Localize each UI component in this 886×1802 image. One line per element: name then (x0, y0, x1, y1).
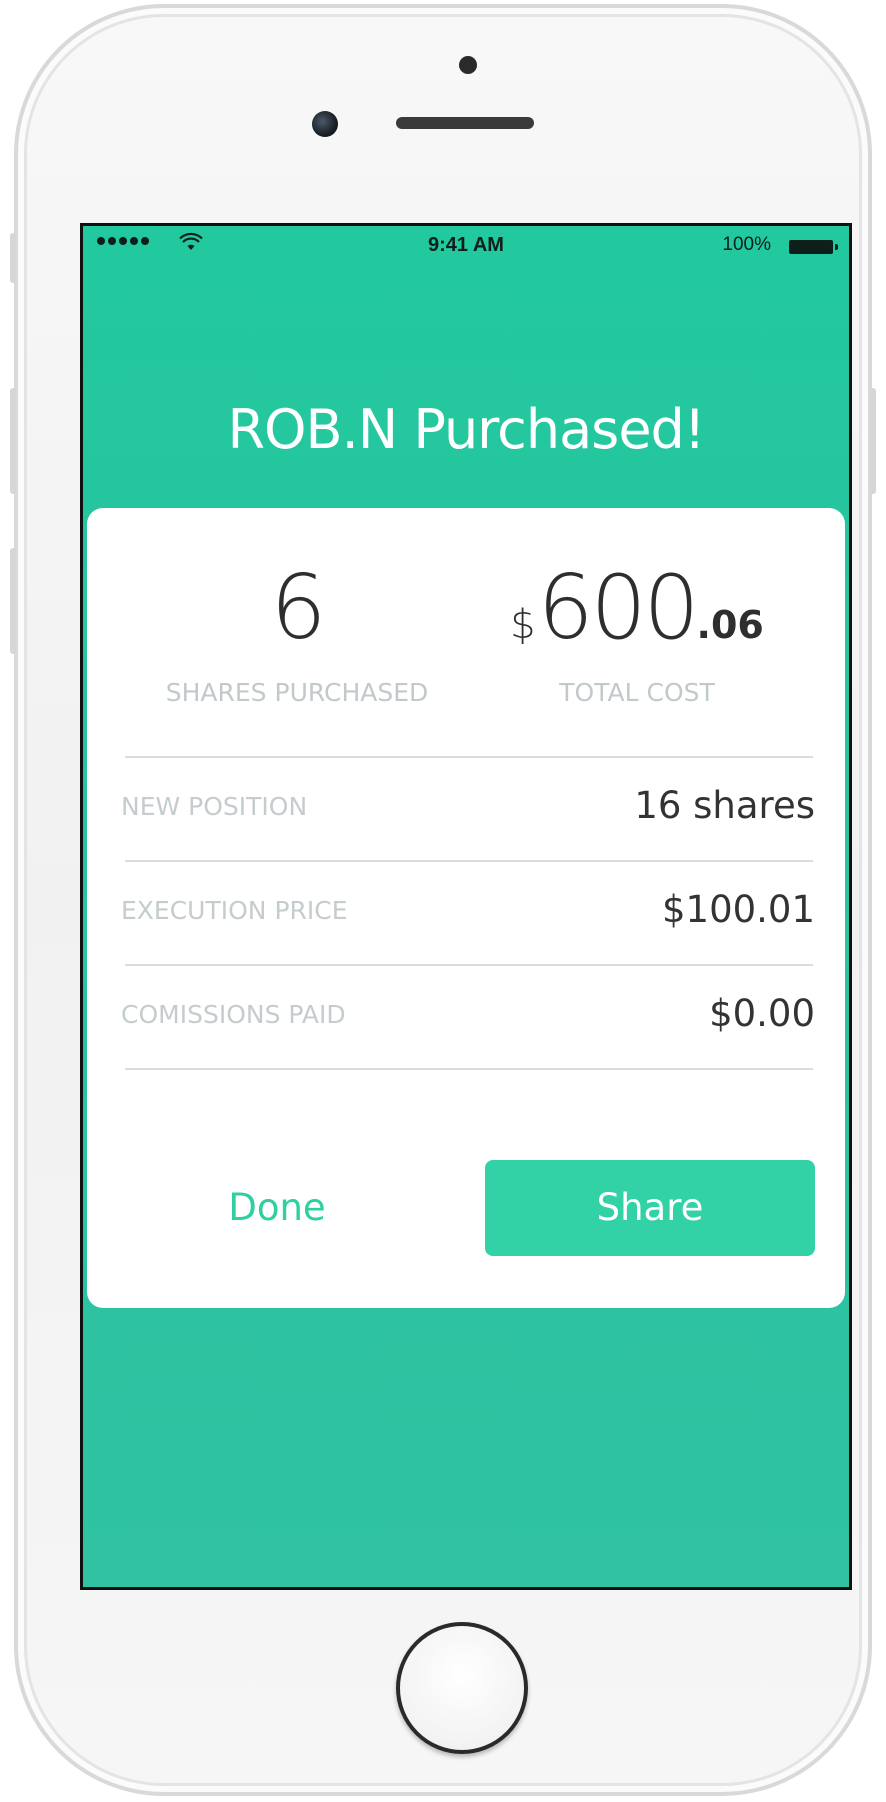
battery-percentage: 100% (722, 234, 771, 255)
detail-value: $0.00 (709, 992, 815, 1035)
total-cost-value: $600.06 (467, 558, 807, 658)
phone-frame: 9:41 AM 100% ROB.N Purchased! 6 SHARES P… (10, 4, 876, 1796)
volume-down-button (10, 548, 16, 654)
shares-purchased-label: SHARES PURCHASED (165, 678, 429, 707)
detail-label: EXECUTION PRICE (121, 896, 348, 925)
detail-row-execution-price: EXECUTION PRICE $100.01 (121, 862, 815, 964)
earpiece-speaker (396, 117, 534, 129)
total-cost-label: TOTAL COST (559, 678, 715, 707)
total-cost-whole: 600 (537, 556, 700, 659)
home-button[interactable] (396, 1622, 528, 1754)
detail-row-new-position: NEW POSITION 16 shares (121, 758, 815, 860)
detail-value: $100.01 (661, 888, 815, 931)
detail-label: COMISSIONS PAID (121, 1000, 346, 1029)
divider (125, 1068, 813, 1070)
mute-switch (10, 233, 16, 283)
purchase-headline: ROB.N Purchased! (227, 398, 706, 461)
done-button[interactable]: Done (167, 1160, 387, 1256)
detail-value: 16 shares (634, 784, 815, 827)
shares-purchased-stat: 6 SHARES PURCHASED (127, 556, 467, 708)
purchase-summary-card: 6 SHARES PURCHASED $600.06 TOTAL COST NE… (87, 508, 845, 1308)
detail-row-commissions-paid: COMISSIONS PAID $0.00 (121, 966, 815, 1068)
share-button[interactable]: Share (485, 1160, 815, 1256)
total-cost-cents: .06 (696, 603, 764, 647)
battery-icon (789, 240, 838, 254)
shares-purchased-value: 6 (270, 556, 327, 659)
total-cost-currency: $ (510, 602, 536, 648)
detail-label: NEW POSITION (121, 792, 308, 821)
total-cost-stat: $600.06 TOTAL COST (467, 558, 807, 708)
front-camera (312, 111, 338, 137)
power-button (870, 388, 876, 494)
volume-up-button (10, 388, 16, 494)
proximity-sensor (459, 56, 477, 74)
status-bar: 9:41 AM 100% (83, 226, 849, 266)
app-screen: 9:41 AM 100% ROB.N Purchased! 6 SHARES P… (80, 223, 852, 1590)
